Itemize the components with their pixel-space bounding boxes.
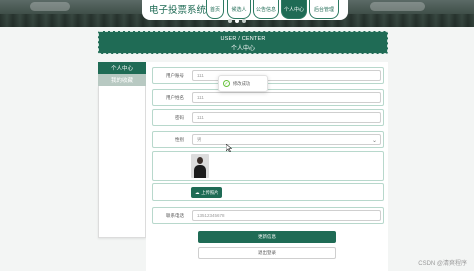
form-row-phone: 联系电话 13512345678 [152,207,384,224]
upload-photo-label: 上传照片 [201,189,219,195]
update-info-button[interactable]: 更新信息 [198,231,336,243]
name-label: 用户姓名 [166,94,184,100]
phone-input[interactable]: 13512345678 [192,210,381,221]
carousel-dot[interactable] [228,19,232,23]
phone-label: 联系电话 [166,212,184,218]
profile-form-panel: 用户账号 111 用户姓名 111 密码 111 性别 男 ⌄ ☁ 上传照片 联… [146,62,388,271]
success-toast: ✓ 修改成功 [218,75,268,92]
user-photo [191,154,209,178]
form-row-gender: 性别 男 ⌄ [152,131,384,148]
carousel-dot-active[interactable] [235,19,239,23]
system-title: 电子投票系统 [149,5,207,16]
nav-admin[interactable]: 后台管理 [309,0,339,19]
nav-announcements[interactable]: 公告信息 [253,0,279,19]
toast-message: 修改成功 [233,80,251,86]
chevron-down-icon: ⌄ [371,138,377,144]
password-input[interactable]: 111 [192,112,381,123]
nav-user-center[interactable]: 个人中心 [281,0,307,19]
sidebar-item-favorites[interactable]: 我的收藏 [98,74,146,86]
section-title-en: USER / CENTER [220,36,266,42]
password-label: 密码 [175,114,184,120]
logout-button[interactable]: 退出登录 [198,247,336,259]
form-row-password: 密码 111 [152,109,384,126]
photo-body-shape [194,165,206,178]
form-row-photo [152,151,384,181]
nav-home[interactable]: 首页 [206,0,224,19]
nav-candidates[interactable]: 候选人 [227,0,251,19]
gender-label: 性别 [175,136,184,142]
sidebar: 个人中心 我的收藏 [98,62,146,238]
section-banner: USER / CENTER 个人中心 [98,31,388,54]
sidebar-body [98,86,146,238]
form-row-name: 用户姓名 111 [152,89,384,106]
upload-photo-button[interactable]: ☁ 上传照片 [191,187,223,198]
check-circle-icon: ✓ [223,80,230,87]
form-row-account: 用户账号 111 [152,67,384,84]
name-input[interactable]: 111 [192,92,381,103]
upload-icon: ☁ [195,189,200,195]
carousel-dot[interactable] [242,19,246,23]
account-label: 用户账号 [166,72,184,78]
carousel-dots[interactable] [228,19,246,23]
photo-head-shape [197,157,203,164]
mouse-cursor-icon [226,144,232,152]
form-row-upload: ☁ 上传照片 [152,183,384,201]
gender-select-value: 男 [197,136,202,142]
gender-select[interactable]: 男 ⌄ [192,134,381,145]
section-title-cn: 个人中心 [230,46,255,52]
watermark-text: CSDN @清爽程序 [418,261,467,267]
sidebar-item-user-center[interactable]: 个人中心 [98,62,146,74]
